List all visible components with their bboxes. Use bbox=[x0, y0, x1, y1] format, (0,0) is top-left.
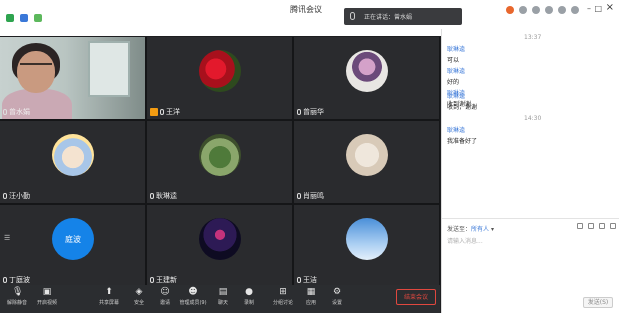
participant-tile[interactable]: 王洋 bbox=[147, 37, 292, 119]
participant-name: 王洁 bbox=[297, 275, 317, 285]
participant-tile[interactable]: 庭波 丁庭波 bbox=[0, 205, 145, 287]
record-icon: ● bbox=[245, 287, 253, 297]
avatar: 庭波 bbox=[52, 218, 94, 260]
participant-tile[interactable]: 曾水娟 bbox=[0, 37, 145, 119]
send-button[interactable]: 发送(S) bbox=[583, 297, 613, 308]
participant-tile[interactable]: 汪小勤 bbox=[0, 121, 145, 203]
chat-input[interactable]: 请输入消息... bbox=[447, 236, 483, 245]
mic-icon bbox=[297, 277, 301, 283]
mic-icon bbox=[3, 277, 7, 283]
participant-tile[interactable]: 王建新 bbox=[147, 205, 292, 287]
apps-icon: ▦ bbox=[306, 287, 316, 297]
chat-message: 可以 bbox=[447, 57, 460, 64]
chat-message: 好的 bbox=[447, 79, 460, 86]
gear-icon: ⚙ bbox=[332, 287, 342, 297]
mic-icon bbox=[297, 193, 301, 199]
chat-sender: 耿琳逵 bbox=[447, 127, 466, 134]
mute-button[interactable]: 🎙 解除静音 bbox=[0, 287, 34, 311]
participant-tile[interactable]: 耿琳逵 bbox=[147, 121, 292, 203]
close-icon[interactable]: × bbox=[606, 2, 614, 13]
participant-name: 丁庭波 bbox=[3, 275, 30, 285]
bell-icon[interactable] bbox=[519, 6, 527, 14]
mic-icon bbox=[160, 109, 164, 115]
participant-name: 肖丽鸣 bbox=[297, 191, 324, 201]
end-meeting-button[interactable]: 结束会议 bbox=[396, 289, 436, 305]
members-button[interactable]: ☻ 管理成员(9) bbox=[176, 287, 210, 311]
image-icon[interactable] bbox=[588, 223, 594, 229]
breakout-icon: ⊞ bbox=[279, 287, 287, 297]
avatar bbox=[346, 50, 388, 92]
send-to-selector[interactable]: 发送至：所有人 ▾ bbox=[447, 224, 494, 233]
mic-icon bbox=[150, 193, 154, 199]
shield-icon[interactable] bbox=[6, 14, 14, 22]
brand-icon[interactable] bbox=[506, 6, 514, 14]
app-title: 腾讯会议 bbox=[290, 5, 322, 14]
user-icon[interactable] bbox=[545, 6, 553, 14]
meeting-window: 腾讯会议 正在讲话：曾水娟 – □ × 曾水娟 王洋 曾丽华 汪小勤 耿琳逵 肖… bbox=[0, 0, 619, 313]
participant-name: 汪小勤 bbox=[3, 191, 30, 201]
emoji-icon[interactable] bbox=[599, 223, 605, 229]
avatar bbox=[346, 218, 388, 260]
chat-message: 收到，谢谢 bbox=[447, 104, 478, 111]
chat-sender: 耿琳逵 bbox=[447, 93, 466, 100]
camera-off-icon: ▣ bbox=[42, 287, 52, 297]
share-screen-icon: ⬆ bbox=[105, 287, 113, 297]
maximize-icon[interactable]: □ bbox=[594, 4, 602, 13]
chat-message: 我准备好了 bbox=[447, 138, 478, 145]
layout-icon[interactable] bbox=[571, 6, 579, 14]
members-icon: ☻ bbox=[188, 287, 198, 297]
wifi-icon[interactable] bbox=[532, 6, 540, 14]
avatar bbox=[199, 218, 241, 260]
chat-timestamp: 14:30 bbox=[524, 115, 542, 122]
avatar bbox=[52, 134, 94, 176]
folder-icon[interactable] bbox=[577, 223, 583, 229]
speaking-indicator: 正在讲话：曾水娟 bbox=[344, 8, 462, 25]
minimize-icon[interactable]: – bbox=[587, 4, 591, 13]
mic-icon bbox=[350, 12, 355, 20]
info-icon[interactable] bbox=[20, 14, 28, 22]
mic-icon bbox=[3, 193, 7, 199]
mic-icon bbox=[3, 109, 7, 115]
participant-tile[interactable]: 王洁 bbox=[294, 205, 439, 287]
chat-panel: 13:37 耿琳逵 可以 耿琳逵 好的 耿琳逵 收到谢谢 耿琳逵 收到，谢谢 1… bbox=[441, 29, 619, 313]
title-toolbar bbox=[506, 6, 579, 14]
avatar bbox=[346, 134, 388, 176]
network-status bbox=[6, 14, 42, 22]
chat-input-bar: 发送至：所有人 ▾ bbox=[442, 218, 619, 234]
invite-icon: ☺ bbox=[160, 287, 170, 297]
video-button[interactable]: ▣ 开启视频 bbox=[30, 287, 64, 311]
avatar bbox=[199, 50, 241, 92]
more-icon[interactable] bbox=[610, 223, 616, 229]
chat-sender: 耿琳逵 bbox=[447, 68, 466, 75]
chat-icon: ▤ bbox=[218, 287, 228, 297]
participant-name: 王建新 bbox=[150, 275, 177, 285]
share-screen-button[interactable]: ⬆ 共享屏幕 bbox=[92, 287, 126, 311]
mic-icon bbox=[297, 109, 301, 115]
speaking-text: 正在讲话：曾水娟 bbox=[364, 14, 413, 21]
record-button[interactable]: ● 录制 bbox=[232, 287, 266, 311]
participant-name: 耿琳逵 bbox=[150, 191, 177, 201]
shield-icon: ◈ bbox=[135, 287, 143, 297]
chat-sender: 耿琳逵 bbox=[447, 46, 466, 53]
avatar bbox=[199, 134, 241, 176]
participant-name: 曾丽华 bbox=[297, 107, 324, 117]
meeting-controls: 🎙 解除静音 ▣ 开启视频 ⬆ 共享屏幕 ◈ 安全 ☺ 邀请 ☻ 管理成员(9)… bbox=[0, 285, 440, 313]
participant-name: 曾水娟 bbox=[3, 107, 30, 117]
participant-tile[interactable]: 曾丽华 bbox=[294, 37, 439, 119]
chat-timestamp: 13:37 bbox=[524, 34, 542, 41]
signal-icon[interactable] bbox=[34, 14, 42, 22]
chat-tools bbox=[577, 223, 616, 229]
mic-icon bbox=[150, 277, 154, 283]
side-list-icon[interactable]: ☰ bbox=[4, 234, 10, 242]
video-grid: 曾水娟 王洋 曾丽华 汪小勤 耿琳逵 肖丽鸣 庭波 丁庭波 王建新 王洁 ☰ bbox=[0, 37, 440, 287]
host-badge-icon bbox=[150, 108, 158, 116]
settings-button[interactable]: ⚙ 设置 bbox=[320, 287, 354, 311]
gear-icon[interactable] bbox=[558, 6, 566, 14]
participant-name: 王洋 bbox=[150, 107, 180, 117]
participant-tile[interactable]: 肖丽鸣 bbox=[294, 121, 439, 203]
mic-muted-icon: 🎙 bbox=[12, 287, 24, 297]
